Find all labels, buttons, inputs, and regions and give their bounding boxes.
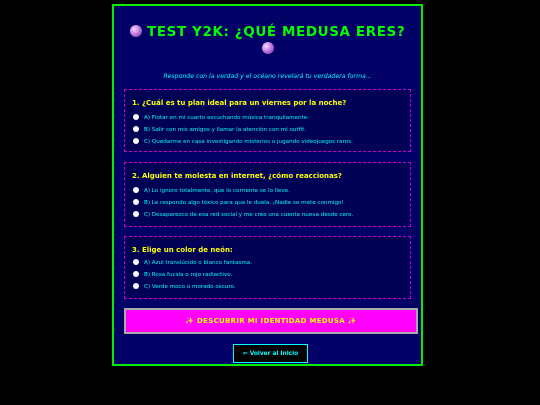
- radio-button[interactable]: [133, 283, 139, 289]
- question-3-option-b[interactable]: B) Rosa fucsia o rojo radiactivo.: [133, 270, 232, 280]
- crystal-ball-icon: [261, 42, 274, 54]
- option-label: C) Quedarme en casa investigando misteri…: [144, 139, 353, 145]
- option-label: A) Flotar en mi cuarto escuchando música…: [144, 115, 309, 121]
- question-1-option-b[interactable]: B) Salir con mis amigos y llamar la aten…: [133, 125, 306, 135]
- radio-button[interactable]: [133, 259, 139, 265]
- radio-button[interactable]: [133, 271, 139, 277]
- radio-button[interactable]: [133, 126, 139, 132]
- crystal-ball-icon: [129, 25, 142, 37]
- question-3-option-a[interactable]: A) Azul translúcido o blanco fantasma.: [133, 258, 252, 268]
- option-label: C) Desaparezco de esa red social y me cr…: [144, 212, 354, 218]
- question-2-title: 2. Alguien te molesta en internet, ¿cómo…: [132, 172, 342, 180]
- question-3-title: 3. Elige un color de neón:: [132, 246, 233, 254]
- question-2-option-c[interactable]: C) Desaparezco de esa red social y me cr…: [133, 210, 353, 220]
- question-1-title: 1. ¿Cuál es tu plan ideal para un vierne…: [132, 99, 347, 107]
- page-subtitle: Responde con la verdad y el océano revel…: [163, 73, 372, 80]
- question-2-option-b[interactable]: B) Le respondo algo tóxico para que le d…: [133, 198, 344, 208]
- page-title-text: TEST Y2K: ¿QUÉ MEDUSA ERES?: [147, 24, 406, 40]
- question-3: 3. Elige un color de neón: A) Azul trans…: [124, 236, 411, 299]
- question-1: 1. ¿Cuál es tu plan ideal para un vierne…: [124, 89, 411, 152]
- radio-button[interactable]: [133, 211, 139, 217]
- question-3-option-c[interactable]: C) Verde moco o morado oscuro.: [133, 282, 236, 292]
- radio-button[interactable]: [133, 199, 139, 205]
- back-home-button[interactable]: ⇐ Volver al Inicio: [233, 344, 308, 363]
- discover-identity-button[interactable]: ✨ DESCUBRIR MI IDENTIDAD MEDUSA ✨: [124, 308, 418, 334]
- page-title: TEST Y2K: ¿QUÉ MEDUSA ERES?: [114, 24, 421, 58]
- question-1-option-c[interactable]: C) Quedarme en casa investigando misteri…: [133, 137, 353, 147]
- radio-button[interactable]: [133, 187, 139, 193]
- option-label: A) Lo ignoro totalmente, que lo corrient…: [144, 188, 290, 194]
- radio-button[interactable]: [133, 138, 139, 144]
- quiz-panel: TEST Y2K: ¿QUÉ MEDUSA ERES? Responde con…: [112, 4, 423, 366]
- question-2: 2. Alguien te molesta en internet, ¿cómo…: [124, 162, 411, 227]
- radio-button[interactable]: [133, 114, 139, 120]
- option-label: B) Salir con mis amigos y llamar la aten…: [144, 127, 307, 133]
- option-label: B) Rosa fucsia o rojo radiactivo.: [144, 272, 233, 278]
- question-1-option-a[interactable]: A) Flotar en mi cuarto escuchando música…: [133, 113, 309, 123]
- question-2-option-a[interactable]: A) Lo ignoro totalmente, que lo corrient…: [133, 186, 290, 196]
- option-label: B) Le respondo algo tóxico para que le d…: [144, 200, 344, 206]
- option-label: C) Verde moco o morado oscuro.: [144, 284, 236, 290]
- option-label: A) Azul translúcido o blanco fantasma.: [144, 260, 252, 266]
